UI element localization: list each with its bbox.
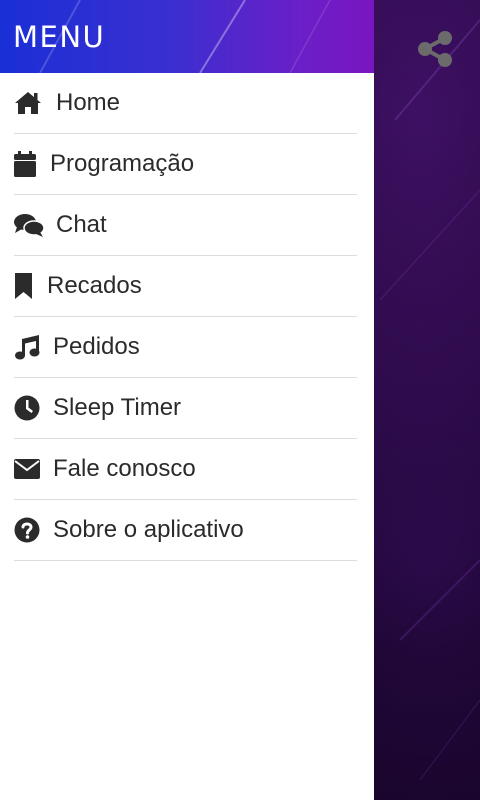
menu-item-programacao[interactable]: Programação [14, 134, 357, 195]
chat-bubbles-icon [14, 211, 44, 239]
menu-label-sobre-o-aplicativo: Sobre o aplicativo [53, 516, 244, 543]
navigation-drawer: MENU Home Programação Chat Recados Pedid… [0, 0, 374, 800]
share-button[interactable] [414, 28, 456, 70]
menu-item-sobre-o-aplicativo[interactable]: Sobre o aplicativo [14, 500, 357, 561]
calendar-icon [14, 150, 38, 178]
menu-title: MENU [13, 20, 106, 54]
home-icon [14, 89, 42, 117]
clock-icon [14, 394, 41, 422]
menu-list: Home Programação Chat Recados Pedidos Sl… [0, 73, 357, 561]
bookmark-icon [14, 272, 35, 300]
menu-label-sleep-timer: Sleep Timer [53, 394, 182, 421]
menu-item-fale-conosco[interactable]: Fale conosco [14, 439, 357, 500]
share-icon [418, 31, 452, 67]
menu-item-sleep-timer[interactable]: Sleep Timer [14, 378, 357, 439]
menu-item-pedidos[interactable]: Pedidos [14, 317, 357, 378]
menu-item-chat[interactable]: Chat [14, 195, 357, 256]
music-note-icon [14, 333, 41, 361]
menu-item-recados[interactable]: Recados [14, 256, 357, 317]
menu-label-home: Home [56, 89, 121, 116]
app-screen: MENU Home Programação Chat Recados Pedid… [0, 0, 480, 800]
envelope-icon [14, 455, 41, 483]
menu-label-pedidos: Pedidos [53, 333, 140, 360]
menu-label-chat: Chat [56, 211, 107, 238]
menu-label-fale-conosco: Fale conosco [53, 455, 196, 482]
menu-label-recados: Recados [47, 272, 142, 299]
menu-label-programacao: Programação [50, 150, 195, 177]
menu-item-home[interactable]: Home [14, 73, 357, 134]
question-circle-icon [14, 516, 41, 544]
drawer-header: MENU [0, 0, 374, 73]
